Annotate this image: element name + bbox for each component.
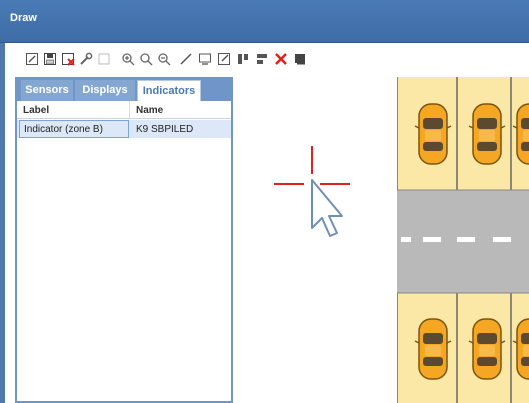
close-icon[interactable]: [274, 52, 288, 66]
parking-row-top: [397, 77, 529, 190]
parking-row-bottom: [397, 293, 529, 403]
row-label-cell[interactable]: Indicator (zone B): [19, 120, 129, 138]
tab-strip: Sensors Displays Indicators: [17, 79, 231, 101]
crosshair-cursor-icon: [274, 146, 350, 237]
zoom-out-icon[interactable]: [157, 52, 171, 66]
tab-indicators[interactable]: Indicators: [137, 80, 201, 101]
toolbar: [5, 49, 529, 71]
car-icon: [414, 103, 452, 165]
column-separator: [129, 101, 130, 119]
tab-sensors[interactable]: Sensors: [21, 80, 73, 101]
layer-icon[interactable]: [293, 52, 307, 66]
table-row[interactable]: Indicator (zone B) K9 SBPILED: [17, 120, 231, 138]
display-icon[interactable]: [198, 52, 212, 66]
wrench-icon[interactable]: [79, 52, 93, 66]
window-title: Draw: [10, 12, 37, 24]
align-horizontal-icon[interactable]: [255, 52, 269, 66]
line-icon[interactable]: [179, 52, 193, 66]
rectangle-icon[interactable]: [97, 52, 111, 66]
zoom-icon[interactable]: [139, 52, 153, 66]
column-header-label[interactable]: Label: [23, 105, 49, 116]
parking-scene[interactable]: [397, 77, 529, 403]
tab-displays[interactable]: Displays: [75, 80, 135, 101]
delete-item-icon[interactable]: [61, 52, 75, 66]
save-icon[interactable]: [43, 52, 57, 66]
window-titlebar: Draw: [0, 0, 529, 43]
row-name-cell[interactable]: K9 SBPILED: [136, 124, 193, 135]
edit-icon[interactable]: [217, 52, 231, 66]
car-icon: [414, 318, 452, 380]
zoom-in-icon[interactable]: [121, 52, 135, 66]
object-list-panel: Sensors Displays Indicators Label Name I…: [15, 77, 233, 403]
car-icon: [468, 318, 506, 380]
align-vertical-icon[interactable]: [236, 52, 250, 66]
select-icon[interactable]: [25, 52, 39, 66]
table-header: Label Name: [17, 101, 231, 119]
column-header-name[interactable]: Name: [136, 105, 163, 116]
car-icon: [468, 103, 506, 165]
